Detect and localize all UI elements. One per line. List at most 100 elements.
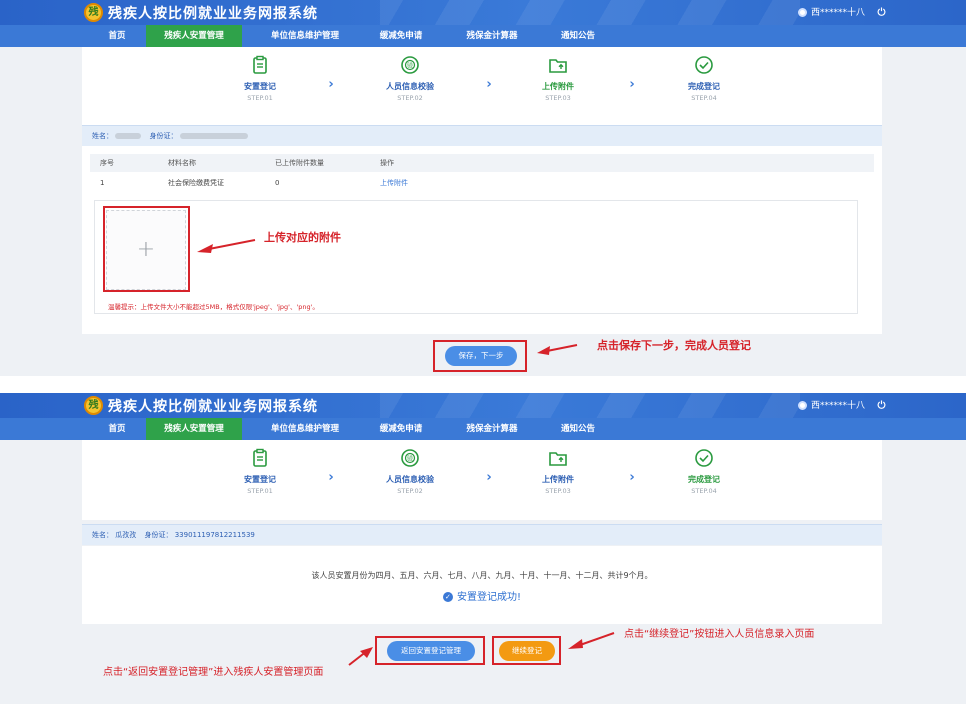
save-next-button[interactable]: 保存，下一步 xyxy=(445,346,517,366)
user-menu[interactable]: 西******十八 xyxy=(797,398,865,411)
avatar-icon xyxy=(797,8,807,17)
step-complete-registration: 完成登记 STEP.04 xyxy=(654,55,754,102)
nav-reduction-application[interactable]: 缓减免申请 xyxy=(368,25,434,47)
screenshot-upload-step: 残 残疾人按比例就业业务网报系统 西******十八 首页 残疾人安置管理 单位… xyxy=(0,0,966,376)
col-index: 序号 xyxy=(100,159,114,167)
app-title: 残疾人按比例就业业务网报系统 xyxy=(108,399,318,415)
id-redacted xyxy=(179,133,248,139)
name-value: 瓜孜孜 xyxy=(115,531,137,539)
check-circle-icon xyxy=(695,449,713,467)
step-upload-attachment: 上传附件 STEP.03 xyxy=(508,448,608,495)
name-redacted xyxy=(115,133,142,139)
step-number: STEP.01 xyxy=(247,94,273,102)
step-label: 完成登记 xyxy=(688,475,720,484)
step-label: 上传附件 xyxy=(542,82,574,91)
step-label: 安置登记 xyxy=(244,82,276,91)
svg-text:验: 验 xyxy=(407,455,413,463)
annotation-save-text: 点击保存下一步，完成人员登记 xyxy=(597,339,751,352)
avatar-icon xyxy=(797,401,807,410)
step-progress: 安置登记 STEP.01 › 验 人员信息校验 STEP.02 › 上传附件 S… xyxy=(82,47,882,125)
table-row: 1 社会保险缴费凭证 0 上传附件 xyxy=(90,174,874,192)
user-area: 西******十八 xyxy=(797,398,886,411)
nav-placement-management[interactable]: 残疾人安置管理 xyxy=(146,418,242,440)
app-logo: 残 xyxy=(84,3,103,22)
step-person-verification: 验 人员信息校验 STEP.02 xyxy=(360,55,460,102)
clipboard-icon xyxy=(253,55,267,74)
annotation-upload-text: 上传对应的附件 xyxy=(264,231,341,244)
step-label: 上传附件 xyxy=(542,475,574,484)
back-to-management-button[interactable]: 返回安置登记管理 xyxy=(387,641,475,661)
table-header: 序号 材料名称 已上传附件数量 操作 xyxy=(90,154,874,172)
step-placement-registration: 安置登记 STEP.01 xyxy=(210,448,310,495)
col-material: 材料名称 xyxy=(168,159,196,167)
continue-registration-button[interactable]: 继续登记 xyxy=(499,641,555,661)
step-number: STEP.02 xyxy=(397,94,423,102)
success-panel: 该人员安置月份为四月、五月、六月、七月、八月、九月、十月、十一月、十二月、共计9… xyxy=(82,546,882,624)
name-label: 姓名： xyxy=(92,531,113,539)
app-header: 残 残疾人按比例就业业务网报系统 西******十八 xyxy=(0,0,966,25)
step-label: 完成登记 xyxy=(688,82,720,91)
col-action: 操作 xyxy=(380,159,394,167)
nav-unit-info[interactable]: 单位信息维护管理 xyxy=(258,25,352,47)
success-message: ✓ 安置登记成功! xyxy=(82,588,882,603)
main-nav: 首页 残疾人安置管理 单位信息维护管理 缓减免申请 残保金计算器 通知公告 xyxy=(0,25,966,47)
clipboard-icon xyxy=(253,448,267,467)
annotation-arrow-icon xyxy=(197,239,256,253)
step-label: 人员信息校验 xyxy=(386,475,434,484)
upload-warning: 温馨提示：上传文件大小不能超过5MB，格式仅限'jpeg'、'jpg'、'png… xyxy=(108,303,319,311)
nav-home[interactable]: 首页 xyxy=(95,25,139,47)
placement-months-text: 该人员安置月份为四月、五月、六月、七月、八月、九月、十月、十一月、十二月、共计9… xyxy=(311,571,653,580)
nav-notices[interactable]: 通知公告 xyxy=(550,418,606,440)
step-arrow-icon: › xyxy=(629,470,635,485)
step-placement-registration: 安置登记 STEP.01 xyxy=(210,55,310,102)
row-upload-count: 0 xyxy=(275,179,280,187)
annotation-arrow-icon xyxy=(568,632,615,649)
power-icon[interactable] xyxy=(877,400,886,409)
power-icon[interactable] xyxy=(877,7,886,16)
nav-unit-info[interactable]: 单位信息维护管理 xyxy=(258,418,352,440)
verify-icon: 验 xyxy=(401,56,419,74)
step-arrow-icon: › xyxy=(629,77,635,92)
step-arrow-icon: › xyxy=(328,470,334,485)
step-number: STEP.03 xyxy=(545,94,571,102)
nav-placement-management[interactable]: 残疾人安置管理 xyxy=(146,25,242,47)
upload-attachment-link[interactable]: 上传附件 xyxy=(380,174,408,192)
step-complete-registration: 完成登记 STEP.04 xyxy=(654,448,754,495)
nav-reduction-application[interactable]: 缓减免申请 xyxy=(368,418,434,440)
step-number: STEP.02 xyxy=(397,487,423,495)
nav-fee-calculator[interactable]: 残保金计算器 xyxy=(456,25,528,47)
user-menu[interactable]: 西******十八 xyxy=(797,5,865,18)
nav-home[interactable]: 首页 xyxy=(95,418,139,440)
annotation-back-text: 点击“返回安置登记管理”进入残疾人安置管理页面 xyxy=(103,667,324,678)
annotation-arrow-icon xyxy=(348,647,373,666)
row-material: 社会保险缴费凭证 xyxy=(168,179,224,187)
step-arrow-icon: › xyxy=(486,77,492,92)
nav-fee-calculator[interactable]: 残保金计算器 xyxy=(456,418,528,440)
col-upload-count: 已上传附件数量 xyxy=(275,159,324,167)
upload-folder-icon xyxy=(549,452,567,466)
upload-zone xyxy=(94,200,858,314)
success-text: 安置登记成功! xyxy=(456,592,521,603)
main-nav: 首页 残疾人安置管理 单位信息维护管理 缓减免申请 残保金计算器 通知公告 xyxy=(0,418,966,440)
step-arrow-icon: › xyxy=(328,77,334,92)
nav-notices[interactable]: 通知公告 xyxy=(550,25,606,47)
row-index: 1 xyxy=(100,179,105,187)
name-label: 姓名： xyxy=(92,132,113,140)
check-icon: ✓ xyxy=(442,592,453,602)
step-label: 安置登记 xyxy=(244,475,276,484)
app-logo: 残 xyxy=(84,396,103,415)
person-info-bar: 姓名： 身份证： xyxy=(82,125,882,146)
annotation-arrow-icon xyxy=(537,344,578,355)
step-progress: 安置登记 STEP.01 › 验 人员信息校验 STEP.02 › 上传附件 S… xyxy=(82,440,882,520)
app-title: 残疾人按比例就业业务网报系统 xyxy=(108,6,318,22)
annotation-continue-text: 点击“继续登记”按钮进入人员信息录入页面 xyxy=(624,629,815,640)
screenshot-registration-complete: 残 残疾人按比例就业业务网报系统 西******十八 首页 残疾人安置管理 单位… xyxy=(0,393,966,704)
person-info-bar: 姓名： 瓜孜孜 身份证： 339011197812211539 xyxy=(82,524,882,545)
annotation-box-upload xyxy=(103,206,190,292)
step-number: STEP.03 xyxy=(545,487,571,495)
svg-text:验: 验 xyxy=(407,62,413,70)
step-person-verification: 验 人员信息校验 STEP.02 xyxy=(360,448,460,495)
step-arrow-icon: › xyxy=(486,470,492,485)
step-label: 人员信息校验 xyxy=(386,82,434,91)
verify-icon: 验 xyxy=(401,449,419,467)
